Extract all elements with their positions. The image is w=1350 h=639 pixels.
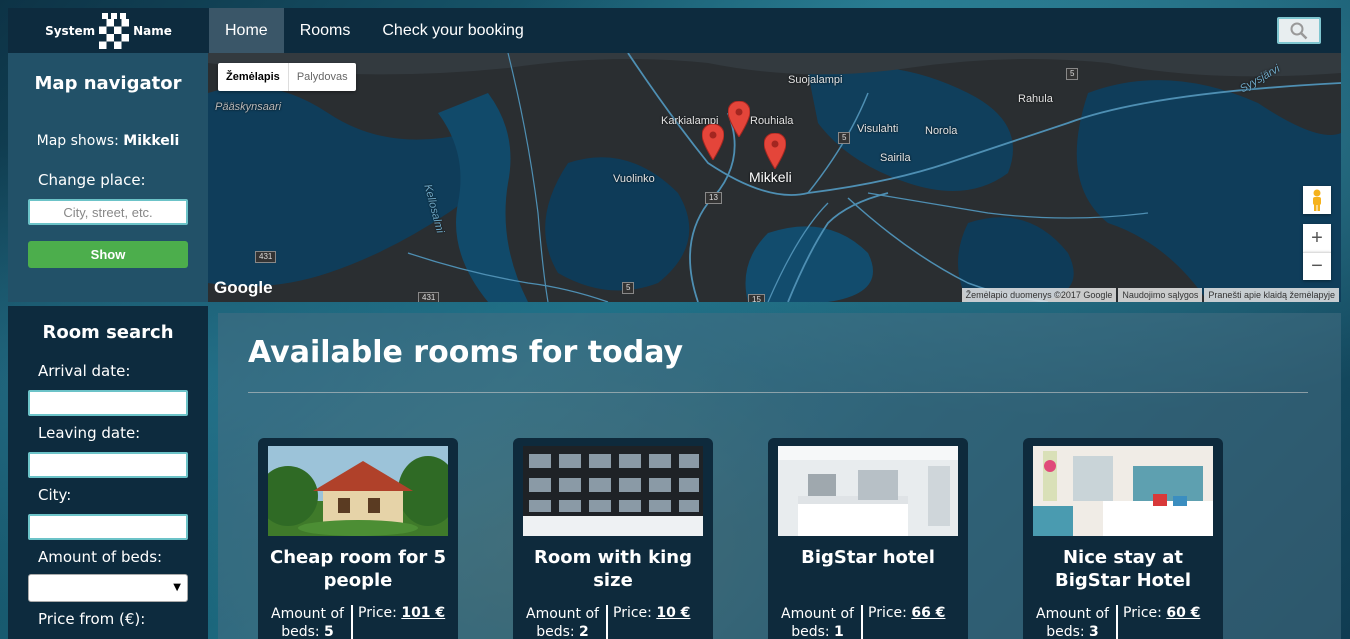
room-card[interactable]: Room with king size Amount of beds: 2 Pr…: [513, 438, 713, 639]
map-place-label: Suojalampi: [788, 74, 843, 86]
map-place-label: Visulahti: [857, 123, 899, 135]
search-icon: [1290, 22, 1308, 39]
page-title: Available rooms for today: [248, 335, 684, 370]
room-search-title: Room search: [42, 322, 174, 343]
leaving-date-input[interactable]: [28, 452, 188, 478]
logo[interactable]: System Name: [8, 8, 209, 53]
room-card-beds: Amount of beds: 3: [1033, 605, 1118, 639]
city-label: City:: [38, 486, 72, 504]
beds-value: 5: [324, 624, 334, 639]
room-card-price: Price: 60 €: [1123, 605, 1200, 621]
map-navigator-title: Map navigator: [34, 73, 182, 94]
map-shows-line: Map shows: Mikkeli: [8, 133, 208, 149]
map-place-label: Norola: [925, 125, 958, 137]
room-card-title[interactable]: Room with king size: [519, 546, 707, 592]
price-label: Price:: [1123, 605, 1162, 621]
top-navbar: System Name Home Rooms Check your bookin…: [8, 8, 1341, 53]
logo-text-left: System: [45, 23, 96, 38]
report-error-link[interactable]: Pranešti apie klaidą žemėlapyje: [1204, 288, 1339, 302]
price-value[interactable]: 10 €: [656, 605, 690, 621]
zoom-in-button[interactable]: +: [1303, 224, 1331, 252]
map-shows-value: Mikkeli: [123, 133, 180, 149]
zoom-out-button[interactable]: −: [1303, 252, 1331, 280]
map-view[interactable]: Žemėlapis Palydovas Pääskynsaari Karkial…: [208, 53, 1341, 302]
show-button[interactable]: Show: [28, 241, 188, 268]
map-pin-icon[interactable]: [728, 101, 750, 137]
street-view-button[interactable]: [1303, 186, 1331, 214]
place-search-input[interactable]: City, street, etc.: [28, 199, 188, 225]
room-photo-hotel: [1033, 446, 1213, 536]
room-card[interactable]: Nice stay at BigStar Hotel Amount of bed…: [1023, 438, 1223, 639]
road-number: 13: [705, 192, 722, 204]
price-label: Price:: [868, 605, 907, 621]
map-attribution: Žemėlapio duomenys ©2017 Google Naudojim…: [961, 288, 1339, 302]
room-card-price: Price: 101 €: [358, 605, 445, 621]
map-place-label: Sairila: [880, 152, 911, 164]
road-number: 5: [622, 282, 635, 294]
change-place-label: Change place:: [38, 171, 146, 189]
price-label: Price:: [358, 605, 397, 621]
price-from-label: Price from (€):: [38, 610, 146, 628]
beds-value: 1: [834, 624, 844, 639]
room-card-price: Price: 66 €: [868, 605, 945, 621]
arrival-date-input[interactable]: [28, 390, 188, 416]
map-navigator-panel: Map navigator Map shows: Mikkeli Change …: [8, 53, 208, 302]
road-number: 5: [1066, 68, 1079, 80]
nav-rooms[interactable]: Rooms: [284, 8, 367, 53]
price-value[interactable]: 101 €: [401, 605, 445, 621]
castle-logo-icon: [99, 12, 130, 49]
room-card[interactable]: BigStar hotel Amount of beds: 1 Price: 6…: [768, 438, 968, 639]
map-pin-icon[interactable]: [702, 124, 724, 160]
arrival-date-label: Arrival date:: [38, 362, 131, 380]
price-value[interactable]: 60 €: [1166, 605, 1200, 621]
map-type-satellite[interactable]: Palydovas: [289, 63, 356, 91]
google-logo: Google: [214, 278, 273, 297]
road-number: 431: [418, 292, 440, 302]
beds-value: 2: [579, 624, 589, 639]
logo-text-right: Name: [133, 23, 172, 38]
road-number: 15: [748, 294, 765, 302]
map-place-label: Rouhiala: [750, 115, 794, 127]
beds-value: 3: [1089, 624, 1099, 639]
beds-select[interactable]: ▼: [28, 574, 188, 602]
room-card-beds: Amount of beds: 1: [778, 605, 863, 639]
map-type-switcher: Žemėlapis Palydovas: [218, 63, 356, 91]
map-type-map[interactable]: Žemėlapis: [218, 63, 289, 91]
room-card-price: Price: 10 €: [613, 605, 690, 621]
map-pin-icon[interactable]: [764, 133, 786, 169]
price-label: Price:: [613, 605, 652, 621]
room-search-panel: Room search Arrival date: Leaving date: …: [8, 306, 208, 639]
road-number: 431: [255, 251, 277, 263]
room-photo-house: [268, 446, 448, 536]
map-place-label: Rahula: [1018, 93, 1053, 105]
price-value[interactable]: 66 €: [911, 605, 945, 621]
pegman-icon: [1313, 189, 1321, 211]
room-photo-bedroom: [778, 446, 958, 536]
chevron-down-icon: ▼: [173, 582, 181, 593]
available-rooms-section: Available rooms for today Cheap room for…: [218, 313, 1341, 639]
beds-label: Amount of beds:: [38, 548, 163, 566]
room-card-title[interactable]: Cheap room for 5 people: [264, 546, 452, 592]
city-input[interactable]: [28, 514, 188, 540]
search-button[interactable]: [1277, 17, 1321, 44]
nav-home[interactable]: Home: [209, 8, 284, 53]
room-photo-building: [523, 446, 703, 536]
road-number: 5: [838, 132, 851, 144]
room-card[interactable]: Cheap room for 5 people Amount of beds: …: [258, 438, 458, 639]
nav-check-booking[interactable]: Check your booking: [366, 8, 539, 53]
room-card-beds: Amount of beds: 2: [523, 605, 608, 639]
map-place-label-city: Mikkeli: [749, 169, 792, 185]
room-card-beds: Amount of beds: 5: [268, 605, 353, 639]
terms-link[interactable]: Naudojimo sąlygos: [1118, 288, 1203, 302]
divider: [248, 392, 1308, 393]
leaving-date-label: Leaving date:: [38, 424, 141, 442]
map-place-label: Pääskynsaari: [215, 101, 282, 113]
map-place-label: Vuolinko: [613, 173, 655, 185]
room-card-title[interactable]: Nice stay at BigStar Hotel: [1029, 546, 1217, 592]
map-data-credit: Žemėlapio duomenys ©2017 Google: [961, 288, 1117, 302]
map-shows-label: Map shows:: [36, 133, 119, 149]
room-card-title[interactable]: BigStar hotel: [774, 546, 962, 569]
